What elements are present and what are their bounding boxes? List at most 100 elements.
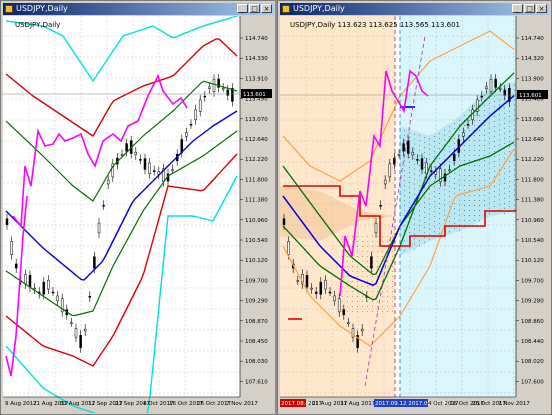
cloud-dot: [479, 100, 480, 101]
cloud-dot: [409, 182, 410, 183]
cloud-dot: [392, 276, 393, 277]
candle: [402, 143, 405, 152]
y-axis-label: 108.860: [521, 319, 544, 325]
cloud-dot: [494, 101, 495, 102]
cloud-dot: [449, 201, 450, 203]
cloud-dot: [409, 227, 410, 228]
candle: [194, 109, 197, 121]
cloud-dot: [454, 193, 455, 194]
y-axis-label: 107.600: [521, 379, 544, 385]
cloud-dot: [419, 135, 420, 137]
cloud-dot: [484, 135, 485, 136]
cloud-dot: [484, 170, 485, 171]
cloud-dot: [367, 246, 368, 247]
chart-icon: [5, 5, 13, 13]
cloud-dot: [362, 286, 363, 287]
cloud-dot: [352, 271, 353, 272]
price-chart[interactable]: 114.740114.330113.910113.490113.070112.6…: [3, 16, 274, 413]
cloud-dot: [444, 219, 445, 221]
cloud-dot: [469, 140, 470, 141]
chart-window-left[interactable]: USDJPY,Daily _ □ × 114.740 114.330 113.910…: [0, 0, 277, 415]
cloud-dot: [474, 170, 475, 171]
cloud-dot: [382, 291, 383, 292]
cloud-dot: [414, 153, 415, 155]
chart-window-right[interactable]: USDJPY,Daily _ □ × 114.740 114.320 113.900…: [277, 0, 552, 415]
cloud-dot: [484, 205, 485, 206]
candle: [42, 281, 46, 295]
cloud-dot: [464, 190, 465, 191]
cloud-dot: [444, 194, 445, 196]
cloud-dot: [382, 251, 383, 252]
y-axis-label: 111.380: [521, 198, 544, 204]
cloud-dot: [489, 147, 490, 149]
cloud-dot: [469, 190, 470, 191]
candle: [148, 162, 151, 174]
cloud-dot: [419, 245, 420, 247]
cloud-dot: [484, 165, 485, 166]
cloud-dot: [454, 228, 455, 229]
cloud-dot: [479, 210, 480, 211]
cloud-dot: [474, 165, 475, 166]
cloud-dot: [479, 195, 480, 196]
cloud-dot: [357, 301, 358, 302]
cloud-dot: [424, 147, 425, 148]
cloud-dot: [474, 135, 475, 136]
cloud-dot: [444, 169, 445, 171]
cloud-dot: [509, 131, 510, 133]
y-axis-label: 109.290: [245, 299, 268, 305]
minimize-button[interactable]: _: [512, 4, 523, 13]
cloud-dot: [459, 189, 460, 191]
cloud-dot: [414, 218, 415, 220]
cloud-dot: [404, 165, 405, 167]
close-button[interactable]: ×: [261, 4, 272, 13]
cloud-dot: [509, 141, 510, 143]
cloud-dot: [434, 216, 435, 218]
cloud-dot: [409, 192, 410, 193]
cloud-dot: [387, 276, 388, 277]
plot-area: [3, 16, 240, 397]
cloud-dot: [342, 286, 343, 287]
cloud-dot: [392, 256, 393, 257]
cloud-dot: [424, 222, 425, 223]
ichimoku-chart[interactable]: 114.740114.320113.900113.480113.060112.6…: [280, 16, 551, 413]
cloud-dot: [342, 241, 343, 242]
maximize-button[interactable]: □: [524, 4, 535, 13]
cloud-dot: [504, 197, 505, 199]
title-bar[interactable]: USDJPY,Daily _ □ ×: [3, 3, 274, 15]
cloud-dot: [392, 236, 393, 237]
cloud-dot: [409, 217, 410, 218]
cloud-dot: [357, 276, 358, 277]
cloud-dot: [479, 130, 480, 131]
x-axis-label: 7 Nov 2017: [498, 401, 530, 407]
maximize-button[interactable]: □: [249, 4, 260, 13]
cloud-dot: [494, 161, 495, 162]
cloud-dot: [454, 128, 455, 129]
candle: [79, 335, 82, 348]
cloud-dot: [372, 301, 373, 302]
cloud-dot: [474, 115, 475, 116]
cloud-dot: [479, 190, 480, 191]
cloud-dot: [479, 185, 480, 186]
title-bar[interactable]: USDJPY,Daily _ □ ×: [280, 3, 549, 15]
close-icon: ×: [538, 5, 545, 13]
cloud-dot: [439, 213, 440, 214]
cloud-dot: [469, 165, 470, 166]
cloud-dot: [514, 119, 515, 121]
candle: [296, 280, 300, 282]
minimize-button[interactable]: _: [237, 4, 248, 13]
cloud-dot: [454, 218, 455, 219]
cloud-dot: [434, 211, 435, 213]
cloud-dot: [464, 155, 465, 156]
cloud-dot: [444, 134, 445, 136]
close-button[interactable]: ×: [536, 4, 547, 13]
candle: [347, 322, 350, 325]
cloud-dot: [479, 140, 480, 141]
cloud-dot: [387, 286, 388, 287]
cloud-dot: [357, 256, 358, 257]
cloud-dot: [449, 191, 450, 193]
cloud-dot: [479, 115, 480, 116]
cloud-dot: [342, 251, 343, 252]
candle: [33, 287, 36, 290]
cloud-dot: [434, 181, 435, 183]
cloud-dot: [387, 291, 388, 292]
